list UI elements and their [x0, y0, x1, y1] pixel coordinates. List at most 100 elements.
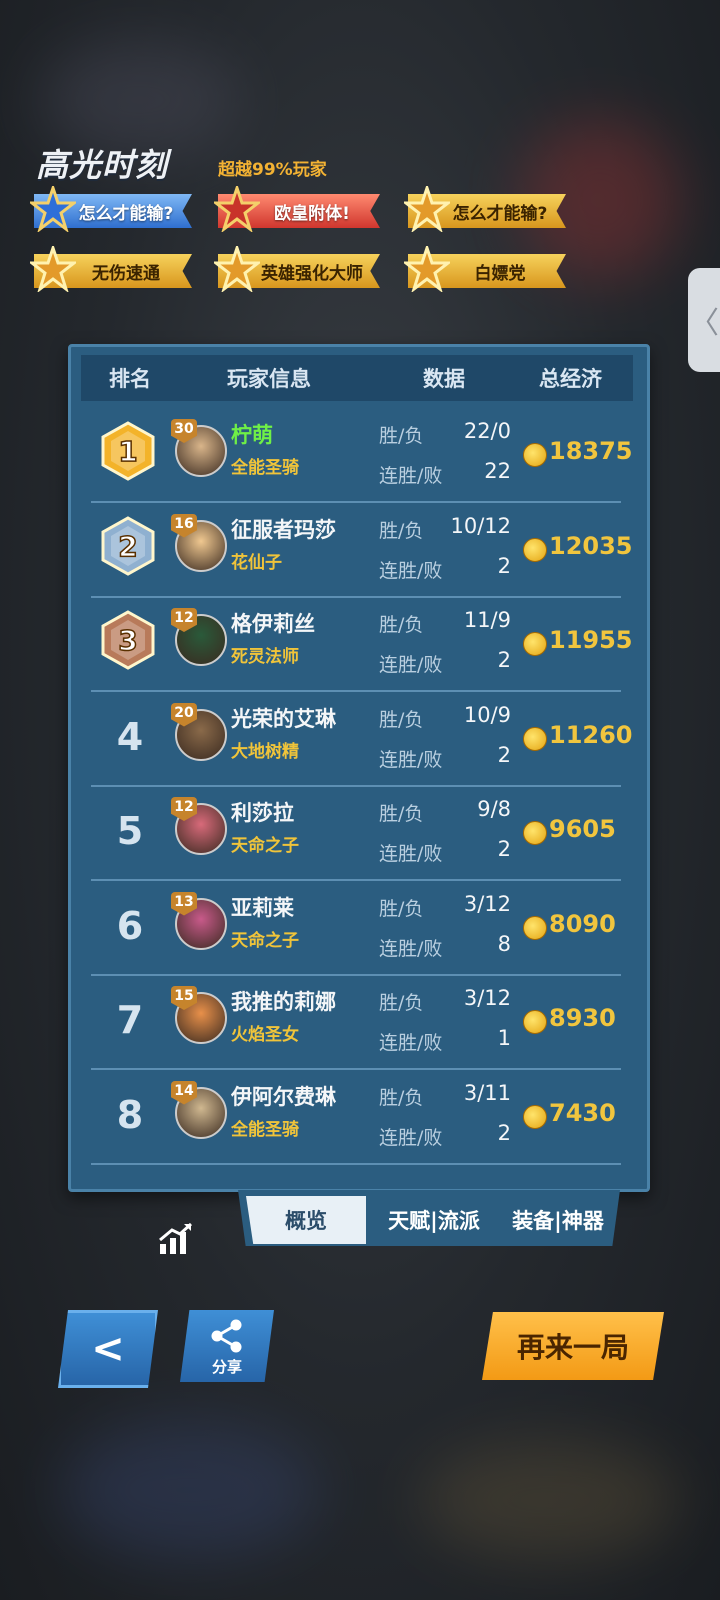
gold-coin-icon	[523, 726, 547, 751]
total-gold-value: 7430	[549, 1098, 616, 1127]
total-gold-value: 9605	[549, 815, 616, 843]
scoreboard-panel: 排名 玩家信息 数据 总经济 1 30 柠萌 全能圣骑 胜/负 连胜/败 22/…	[68, 344, 650, 1192]
player-class: 天命之子	[231, 836, 299, 856]
player-name: 柠萌	[231, 423, 273, 447]
table-row[interactable]: 2 16 征服者玛莎 花仙子 胜/负 连胜/败 10/12 2 12035	[91, 500, 633, 598]
highlight-subtitle: 超越99%玩家	[218, 160, 327, 180]
gold-coin-icon	[523, 1104, 547, 1129]
streak-label: 连胜/败	[379, 1032, 443, 1054]
gold-coin-icon	[523, 443, 547, 467]
streak-label: 连胜/败	[379, 1126, 443, 1149]
win-loss-label: 胜/负	[379, 425, 424, 447]
streak-value: 8	[497, 931, 511, 956]
header-economy: 总经济	[539, 367, 602, 391]
trend-chart-icon[interactable]	[158, 1222, 194, 1256]
share-label: 分享	[211, 1358, 242, 1376]
table-row[interactable]: 4 20 光荣的艾琳 大地树精 胜/负 连胜/败 10/9 2 11260	[91, 689, 633, 787]
win-loss-label: 胜/负	[379, 992, 424, 1014]
gold-star-icon	[30, 246, 76, 292]
player-class: 死灵法师	[231, 647, 299, 667]
player-class: 火焰圣女	[231, 1025, 299, 1045]
total-gold-value: 8930	[549, 1004, 616, 1032]
total-gold-value: 8090	[549, 909, 616, 938]
scoreboard-header: 排名 玩家信息 数据 总经济	[81, 355, 633, 401]
tab-equipment-artifact[interactable]: 装备|神器	[502, 1196, 614, 1244]
achievement-badge: 白嫖党	[404, 246, 566, 292]
rank-number: 4	[116, 714, 144, 759]
header-player: 玩家信息	[227, 367, 311, 391]
chevron-left-icon: 〈	[689, 306, 719, 341]
rank-medal-icon: 2	[101, 515, 155, 576]
red-star-icon	[214, 186, 260, 232]
achievement-badge: 无伤速通	[30, 246, 192, 292]
table-row[interactable]: 7 15 我推的莉娜 火焰圣女 胜/负 连胜/败 3/12 1 8930	[91, 972, 621, 1070]
chevron-left-icon: <	[91, 1326, 125, 1372]
player-name: 我推的莉娜	[231, 990, 336, 1014]
win-loss-value: 9/8	[477, 797, 511, 821]
rank-number: 1	[118, 435, 137, 468]
player-class: 花仙子	[231, 552, 282, 573]
player-class: 大地树精	[231, 741, 299, 762]
win-loss-label: 胜/负	[379, 803, 424, 825]
table-row[interactable]: 8 14 伊阿尔费琳 全能圣骑 胜/负 连胜/败 3/11 2 7430	[91, 1067, 621, 1165]
tab-overview[interactable]: 概览	[246, 1196, 366, 1244]
blue-star-icon	[30, 186, 76, 232]
share-button[interactable]: 分享	[180, 1310, 274, 1382]
share-icon	[211, 1319, 242, 1353]
win-loss-label: 胜/负	[379, 519, 424, 542]
gold-coin-icon	[523, 821, 547, 845]
win-loss-value: 3/12	[463, 891, 511, 916]
rank-number: 5	[116, 809, 144, 853]
achievement-badge: 怎么才能输?	[30, 186, 192, 232]
streak-label: 连胜/败	[379, 843, 443, 865]
player-name: 光荣的艾琳	[231, 706, 336, 731]
win-loss-value: 3/12	[463, 986, 511, 1010]
streak-label: 连胜/败	[379, 559, 443, 582]
achievement-badge: 欧皇附体!	[214, 186, 380, 232]
streak-value: 2	[497, 742, 511, 767]
total-gold-value: 11260	[549, 720, 633, 749]
rank-medal-icon: 3	[101, 610, 155, 670]
streak-value: 2	[497, 837, 511, 861]
gold-coin-icon	[523, 1010, 547, 1034]
win-loss-value: 11/9	[463, 608, 511, 632]
player-name: 利莎拉	[231, 801, 294, 825]
streak-label: 连胜/败	[379, 937, 443, 960]
rank-number: 2	[118, 530, 137, 563]
streak-value: 22	[484, 459, 511, 483]
table-row[interactable]: 5 12 利莎拉 天命之子 胜/负 连胜/败 9/8 2 9605	[91, 783, 621, 881]
streak-label: 连胜/败	[379, 465, 443, 487]
table-row[interactable]: 6 13 亚莉莱 天命之子 胜/负 连胜/败 3/12 8 8090	[91, 878, 621, 976]
rank-number: 3	[118, 624, 137, 657]
total-gold-value: 11955	[549, 626, 633, 654]
streak-value: 2	[497, 1120, 511, 1145]
highlight-title: 高光时刻	[36, 146, 169, 184]
player-name: 亚莉莱	[231, 895, 294, 920]
win-loss-label: 胜/负	[379, 1086, 424, 1109]
win-loss-label: 胜/负	[379, 897, 424, 920]
streak-value: 2	[497, 553, 511, 578]
side-expand-tab[interactable]: 〈	[688, 268, 720, 372]
play-again-button[interactable]: 再来一局	[482, 1312, 664, 1380]
back-button[interactable]: <	[58, 1310, 158, 1388]
player-name: 征服者玛莎	[231, 517, 336, 542]
win-loss-value: 3/11	[463, 1080, 511, 1105]
achievement-badge: 英雄强化大师	[214, 246, 380, 292]
table-row[interactable]: 1 30 柠萌 全能圣骑 胜/负 连胜/败 22/0 22 18375	[91, 405, 633, 503]
tab-talent-school[interactable]: 天赋|流派	[378, 1196, 490, 1244]
win-loss-value: 22/0	[463, 419, 511, 443]
gold-coin-icon	[523, 915, 547, 940]
win-loss-value: 10/9	[463, 702, 511, 727]
header-rank: 排名	[109, 367, 151, 391]
rank-number: 7	[116, 998, 144, 1042]
player-name: 伊阿尔费琳	[231, 1084, 336, 1109]
total-gold-value: 12035	[549, 531, 633, 560]
gold-star-icon	[214, 246, 260, 292]
player-class: 全能圣骑	[231, 458, 299, 478]
player-name: 格伊莉丝	[231, 612, 315, 636]
streak-value: 2	[497, 648, 511, 672]
table-row[interactable]: 3 12 格伊莉丝 死灵法师 胜/负 连胜/败 11/9 2 11955	[91, 594, 633, 692]
background-blur	[60, 1420, 320, 1560]
streak-value: 1	[497, 1026, 511, 1050]
player-class: 天命之子	[231, 930, 299, 951]
